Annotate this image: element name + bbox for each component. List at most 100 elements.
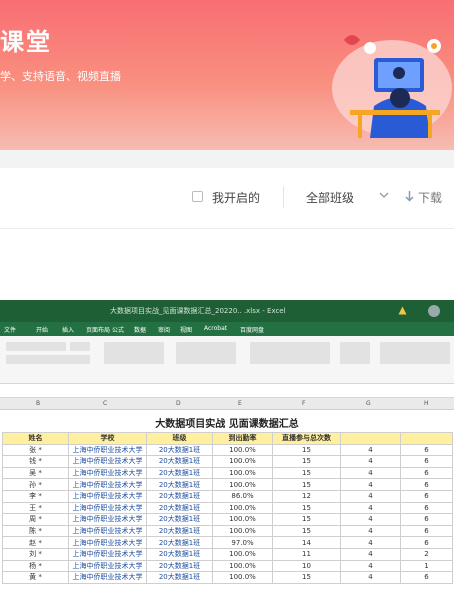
table-cell[interactable]: 100.0%: [212, 513, 273, 526]
table-cell[interactable]: 6: [400, 501, 453, 515]
table-cell[interactable]: 上海中侨职业技术大学: [68, 501, 147, 515]
table-cell[interactable]: 上海中侨职业技术大学: [68, 571, 147, 584]
table-cell[interactable]: 100.0%: [212, 443, 273, 457]
table-cell[interactable]: 上海中侨职业技术大学: [68, 489, 147, 503]
style-tools[interactable]: [250, 342, 330, 364]
table-cell[interactable]: 4: [340, 536, 401, 549]
my-started-label[interactable]: 我开启的: [212, 189, 260, 206]
font-size-box[interactable]: [70, 342, 90, 351]
col-letter[interactable]: D: [176, 400, 181, 407]
table-cell[interactable]: 12: [272, 489, 341, 503]
table-cell[interactable]: 20大数据1班: [146, 536, 213, 549]
table-cell[interactable]: 100.0%: [212, 501, 273, 515]
table-cell[interactable]: 6: [400, 489, 453, 503]
table-cell[interactable]: 6: [400, 466, 453, 480]
table-cell[interactable]: 4: [340, 513, 401, 526]
menu-home[interactable]: 开始: [36, 325, 48, 334]
table-cell[interactable]: 10: [272, 559, 341, 573]
table-cell[interactable]: 上海中侨职业技术大学: [68, 455, 147, 468]
menu-data[interactable]: 数据: [134, 325, 146, 334]
table-cell[interactable]: 20大数据1班: [146, 524, 213, 538]
table-cell[interactable]: 100.0%: [212, 571, 273, 584]
table-cell[interactable]: 4: [340, 547, 401, 561]
table-cell[interactable]: 86.0%: [212, 489, 273, 503]
alignment-tools[interactable]: [104, 342, 164, 364]
number-format-tools[interactable]: [176, 342, 236, 364]
header-cell[interactable]: 直播参与总次数: [272, 432, 341, 445]
menu-baidu-pan[interactable]: 百度网盘: [240, 325, 264, 334]
table-cell[interactable]: 20大数据1班: [146, 547, 213, 561]
table-cell[interactable]: 4: [340, 524, 401, 538]
table-cell[interactable]: 赵 *: [2, 536, 69, 549]
table-cell[interactable]: 20大数据1班: [146, 466, 213, 480]
table-cell[interactable]: 20大数据1班: [146, 478, 213, 491]
table-cell[interactable]: 孙 *: [2, 478, 69, 491]
table-cell[interactable]: 4: [340, 443, 401, 457]
table-cell[interactable]: 97.0%: [212, 536, 273, 549]
menu-view[interactable]: 视图: [180, 325, 192, 334]
table-cell[interactable]: 100.0%: [212, 466, 273, 480]
table-cell[interactable]: 14: [272, 536, 341, 549]
table-cell[interactable]: 上海中侨职业技术大学: [68, 559, 147, 573]
menu-insert[interactable]: 插入: [62, 325, 74, 334]
header-cell[interactable]: 姓名: [2, 432, 69, 445]
table-cell[interactable]: 李 *: [2, 489, 69, 503]
avatar[interactable]: [428, 305, 440, 317]
cell-tools[interactable]: [340, 342, 370, 364]
table-cell[interactable]: 周 *: [2, 513, 69, 526]
table-cell[interactable]: 4: [340, 455, 401, 468]
video-player[interactable]: 大数据项目实战_见面课数据汇总_20220.. .xlsx - Excel 文件…: [0, 300, 454, 606]
table-cell[interactable]: 上海中侨职业技术大学: [68, 443, 147, 457]
menu-review[interactable]: 审阅: [158, 325, 170, 334]
header-cell[interactable]: 到出勤率: [212, 432, 273, 445]
class-select[interactable]: 全部班级: [306, 189, 354, 206]
table-cell[interactable]: 6: [400, 478, 453, 491]
header-cell[interactable]: 学校: [68, 432, 147, 445]
table-cell[interactable]: 6: [400, 524, 453, 538]
table-cell[interactable]: 黄 *: [2, 571, 69, 584]
table-cell[interactable]: 20大数据1班: [146, 501, 213, 515]
formula-bar[interactable]: [0, 384, 454, 398]
table-cell[interactable]: 上海中侨职业技术大学: [68, 466, 147, 480]
table-cell[interactable]: 4: [340, 559, 401, 573]
col-letter[interactable]: F: [302, 400, 305, 407]
my-started-checkbox[interactable]: [192, 191, 203, 202]
table-cell[interactable]: 20大数据1班: [146, 571, 213, 584]
header-cell[interactable]: [340, 432, 401, 445]
table-cell[interactable]: 上海中侨职业技术大学: [68, 524, 147, 538]
menu-formulas[interactable]: 公式: [112, 325, 124, 334]
table-cell[interactable]: 4: [340, 466, 401, 480]
col-letter[interactable]: G: [366, 400, 371, 407]
menu-page-layout[interactable]: 页面布局: [86, 325, 110, 334]
editing-tools[interactable]: [380, 342, 450, 364]
table-cell[interactable]: 100.0%: [212, 455, 273, 468]
header-cell[interactable]: [400, 432, 453, 445]
table-cell[interactable]: 上海中侨职业技术大学: [68, 547, 147, 561]
table-cell[interactable]: 上海中侨职业技术大学: [68, 513, 147, 526]
table-cell[interactable]: 6: [400, 443, 453, 457]
table-cell[interactable]: 上海中侨职业技术大学: [68, 478, 147, 491]
font-name-box[interactable]: [6, 342, 66, 351]
table-cell[interactable]: 15: [272, 524, 341, 538]
table-cell[interactable]: 15: [272, 513, 341, 526]
menu-file[interactable]: 文件: [4, 325, 16, 334]
table-cell[interactable]: 15: [272, 443, 341, 457]
table-cell[interactable]: 钱 *: [2, 455, 69, 468]
table-cell[interactable]: 15: [272, 466, 341, 480]
download-icon[interactable]: [404, 190, 415, 203]
table-cell[interactable]: 4: [340, 478, 401, 491]
table-cell[interactable]: 100.0%: [212, 559, 273, 573]
chevron-down-icon[interactable]: [378, 189, 390, 201]
col-letter[interactable]: C: [103, 400, 107, 407]
table-cell[interactable]: 15: [272, 478, 341, 491]
table-cell[interactable]: 杨 *: [2, 559, 69, 573]
table-cell[interactable]: 王 *: [2, 501, 69, 515]
table-cell[interactable]: 6: [400, 536, 453, 549]
table-cell[interactable]: 20大数据1班: [146, 559, 213, 573]
table-cell[interactable]: 4: [340, 571, 401, 584]
table-cell[interactable]: 20大数据1班: [146, 443, 213, 457]
table-cell[interactable]: 100.0%: [212, 547, 273, 561]
table-cell[interactable]: 刘 *: [2, 547, 69, 561]
table-cell[interactable]: 陈 *: [2, 524, 69, 538]
table-cell[interactable]: 6: [400, 455, 453, 468]
